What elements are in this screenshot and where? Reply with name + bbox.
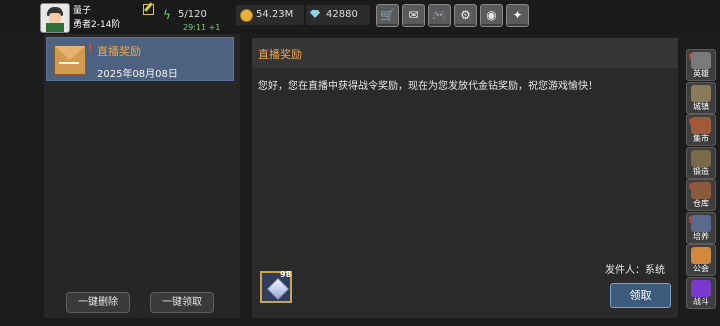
shop-icon[interactable]: 🛒 xyxy=(376,4,399,27)
sidebar-item-train[interactable]: ! 培养 xyxy=(686,211,716,244)
gamepad-icon[interactable]: 🎮 xyxy=(428,4,451,27)
envelope-icon xyxy=(54,45,86,75)
mail-detail-header xyxy=(252,38,678,68)
alert-icon: ! xyxy=(688,53,693,63)
avatar[interactable] xyxy=(40,3,70,33)
edit-icon[interactable] xyxy=(143,4,154,15)
claim-all-button[interactable]: 一键领取 xyxy=(150,292,214,313)
energy-value: 5/120 xyxy=(178,9,207,20)
sidebar-item-forge[interactable]: 锻造 xyxy=(686,146,716,179)
gold-value: 54.23M xyxy=(256,9,294,20)
market-icon xyxy=(691,117,711,134)
sidebar-item-label: 战斗 xyxy=(693,296,709,306)
delete-all-button[interactable]: 一键删除 xyxy=(66,292,130,313)
mail-detail-body: 您好，您在直播中获得战令奖励，现在为您发放代金钻奖励，祝您游戏愉快！ xyxy=(258,81,598,92)
sidebar-item-market[interactable]: ! 集市 xyxy=(686,114,716,146)
sidebar-item-label: 仓库 xyxy=(693,199,709,208)
sidebar-item-hero[interactable]: ! 英雄 xyxy=(686,49,716,81)
mail-item-title: 直播奖励 xyxy=(97,45,141,58)
sidebar-item-label: 培养 xyxy=(693,231,709,241)
train-icon xyxy=(691,214,711,232)
energy-icon: ϟ xyxy=(163,8,171,22)
alert-icon: ! xyxy=(688,118,693,128)
guild-icon xyxy=(691,247,711,264)
forge-icon xyxy=(691,149,711,167)
sidebar-item-guild[interactable]: 公会 xyxy=(686,244,716,276)
sidebar-item-label: 城镇 xyxy=(693,101,709,111)
player-rank: 勇者2-14阶 xyxy=(73,20,121,30)
warehouse-icon xyxy=(691,182,711,199)
mail-list-item[interactable]: ! 直播奖励 2025年08月08日 xyxy=(46,37,234,81)
battle-icon xyxy=(691,279,711,297)
alert-icon: ! xyxy=(688,215,693,226)
sidebar-item-label: 锻造 xyxy=(693,166,709,176)
colorwheel-icon[interactable]: ◉ xyxy=(480,4,503,27)
sidebar-item-label: 公会 xyxy=(693,264,709,273)
gold-coin-icon xyxy=(240,9,253,22)
energy-timer: 29:11 +1 xyxy=(183,23,221,32)
mail-detail-title: 直播奖励 xyxy=(258,48,302,61)
gold-counter: 54.23M xyxy=(236,5,304,25)
alert-icon: ! xyxy=(688,183,693,193)
hero-icon xyxy=(691,52,711,69)
diamond-cube-icon xyxy=(266,277,290,301)
settings-icon[interactable]: ⚙ xyxy=(454,4,477,27)
alert-icon: ! xyxy=(88,43,93,54)
sidebar-item-battle[interactable]: 战斗 xyxy=(686,276,716,309)
sidebar-item-warehouse[interactable]: ! 仓库 xyxy=(686,179,716,211)
town-icon xyxy=(691,84,711,102)
mail-item-date: 2025年08月08日 xyxy=(97,69,178,80)
mail-icon[interactable]: ✉ xyxy=(402,4,425,27)
mail-sender: 发件人：系统 xyxy=(605,265,665,276)
sidebar-item-label: 集市 xyxy=(693,134,709,143)
reward-item-slot[interactable]: 98 xyxy=(260,270,292,303)
gem-icon xyxy=(310,10,320,18)
reward-item-count: 98 xyxy=(280,270,292,279)
claim-button[interactable]: 领取 xyxy=(610,283,671,308)
sidebar-item-town[interactable]: 城镇 xyxy=(686,81,716,114)
wand-icon[interactable]: ✦ xyxy=(506,4,529,27)
gem-value: 42880 xyxy=(326,9,358,20)
player-name: 量子 xyxy=(73,6,92,16)
sidebar-item-label: 英雄 xyxy=(693,69,709,78)
gem-counter: 42880 xyxy=(306,5,370,25)
